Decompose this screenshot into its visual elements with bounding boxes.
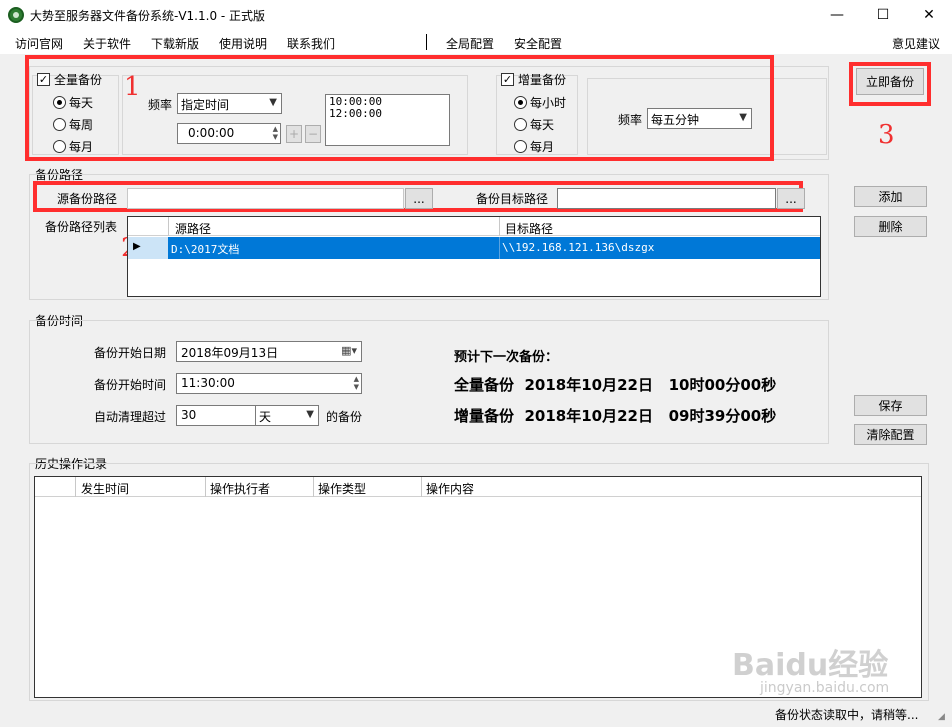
watermark-logo: Baidu经验 <box>732 648 889 683</box>
delete-path-button[interactable]: 删除 <box>854 216 927 237</box>
row-selector[interactable]: ▶ <box>128 237 168 259</box>
column-separator <box>499 217 500 236</box>
next-incremental-backup: 增量备份 2018年10月22日 09时39分00秒 <box>454 407 777 425</box>
maximize-button[interactable]: ☐ <box>860 0 906 30</box>
column-separator <box>75 477 76 497</box>
window-title: 大势至服务器文件备份系统-V1.1.0 - 正式版 <box>30 9 266 23</box>
start-time-label: 备份开始时间 <box>94 378 167 392</box>
add-path-button[interactable]: 添加 <box>854 186 927 207</box>
row-source-cell: D:\2017文档 <box>171 243 240 256</box>
column-header-target[interactable]: 目标路径 <box>505 220 553 237</box>
target-path-label: 备份目标路径 <box>476 192 549 206</box>
menu-about[interactable]: 关于软件 <box>83 35 131 52</box>
start-time-value: 11:30:00 <box>181 376 235 390</box>
path-list-header <box>128 217 820 236</box>
cell-separator <box>499 237 500 259</box>
history-header <box>35 477 921 497</box>
menu-global-config[interactable]: 全局配置 <box>446 35 494 52</box>
path-list-label: 备份路径列表 <box>45 220 118 234</box>
resize-grip-icon[interactable]: ◢ <box>938 712 945 722</box>
column-header-operator[interactable]: 操作执行者 <box>210 480 270 497</box>
auto-clean-label: 自动清理超过 <box>94 410 167 424</box>
clear-config-button[interactable]: 清除配置 <box>854 424 927 445</box>
auto-clean-suffix: 的备份 <box>326 410 363 424</box>
auto-clean-unit-select[interactable]: 天 ▼ <box>255 405 319 426</box>
menu-download[interactable]: 下载新版 <box>151 35 199 52</box>
start-date-value: 2018年09月13日 <box>181 346 279 360</box>
calendar-icon[interactable]: ▦▾ <box>341 344 357 357</box>
menu-separator <box>426 34 427 50</box>
next-full-backup: 全量备份 2018年10月22日 10时00分00秒 <box>454 376 777 394</box>
auto-clean-unit-value: 天 <box>259 410 272 424</box>
column-separator <box>421 477 422 497</box>
minimize-button[interactable]: — <box>814 0 860 30</box>
annotation-number-3: 3 <box>878 120 895 150</box>
annotation-box-1 <box>25 55 774 161</box>
column-separator <box>313 477 314 497</box>
app-icon <box>8 7 24 23</box>
next-backup-title: 预计下一次备份： <box>454 350 559 365</box>
save-button[interactable]: 保存 <box>854 395 927 416</box>
chevron-down-icon: ▼ <box>306 409 314 420</box>
spinner-arrows-icon[interactable]: ▲ ▼ <box>354 375 359 391</box>
menu-contact[interactable]: 联系我们 <box>287 35 335 52</box>
target-path-input[interactable] <box>557 188 776 209</box>
status-text: 备份状态读取中，请稍等... <box>775 708 919 722</box>
source-path-label: 源备份路径 <box>57 192 118 206</box>
column-header-source[interactable]: 源路径 <box>175 220 211 237</box>
column-header-type[interactable]: 操作类型 <box>318 480 366 497</box>
watermark-url: jingyan.baidu.com <box>760 680 890 696</box>
annotation-number-1: 1 <box>124 72 141 102</box>
column-header-content[interactable]: 操作内容 <box>426 480 474 497</box>
menu-help[interactable]: 使用说明 <box>219 35 267 52</box>
row-pointer-icon: ▶ <box>133 241 141 252</box>
source-path-input[interactable] <box>127 188 404 209</box>
column-separator <box>168 217 169 236</box>
column-separator <box>205 477 206 497</box>
menu-feedback[interactable]: 意见建议 <box>892 35 940 52</box>
start-date-label: 备份开始日期 <box>94 346 167 360</box>
auto-clean-input[interactable]: 30 <box>176 405 256 426</box>
browse-source-button[interactable]: ... <box>405 188 433 209</box>
path-list-table: 源路径 目标路径 ▶ D:\2017文档 \\192.168.121.136\d… <box>127 216 821 297</box>
start-time-spinner[interactable]: 11:30:00 ▲ ▼ <box>176 373 362 394</box>
table-row[interactable]: D:\2017文档 \\192.168.121.136\dszgx <box>168 237 820 259</box>
menu-security-config[interactable]: 安全配置 <box>514 35 562 52</box>
row-target-cell: \\192.168.121.136\dszgx <box>502 241 655 254</box>
annotation-box-3 <box>849 62 931 106</box>
column-header-time[interactable]: 发生时间 <box>81 480 129 497</box>
start-date-picker[interactable]: 2018年09月13日 ▦▾ <box>176 341 362 362</box>
menu-visit-website[interactable]: 访问官网 <box>15 35 63 52</box>
close-button[interactable]: ✕ <box>906 0 952 30</box>
browse-target-button[interactable]: ... <box>777 188 805 209</box>
